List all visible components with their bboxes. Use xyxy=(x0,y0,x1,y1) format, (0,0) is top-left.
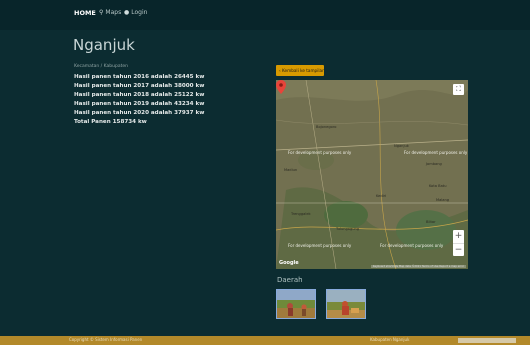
gallery-title: Daerah xyxy=(277,276,303,284)
footer: Copyright © Sistem Informasi Panen Kabup… xyxy=(0,336,530,345)
map-marker-icon: ⚲ xyxy=(99,9,104,16)
map-place-label: Kediri xyxy=(376,194,387,198)
map-place-label: Malang xyxy=(436,198,450,202)
harvest-line: Hasil panen tahun 2020 adalah 37937 kw xyxy=(74,110,205,116)
footer-copyright: Copyright © Sistem Informasi Panen xyxy=(69,337,143,342)
fullscreen-icon[interactable]: ⛶ xyxy=(453,84,464,95)
map-view[interactable]: Bojonegoro Nganjuk Kediri Madiun Jombang… xyxy=(276,80,468,269)
gallery-thumbnail[interactable] xyxy=(326,289,366,319)
map-place-label: Kota Batu xyxy=(429,184,447,188)
harvest-line: Hasil panen tahun 2016 adalah 26445 kw xyxy=(74,74,205,80)
harvest-line: Hasil panen tahun 2017 adalah 38000 kw xyxy=(74,83,205,89)
map-dev-watermark: For development purposes only xyxy=(404,150,468,155)
map-place-label: Trenggalek xyxy=(291,212,311,216)
map-place-label: Jombang xyxy=(426,162,442,166)
harvest-line: Hasil panen tahun 2019 adalah 43234 kw xyxy=(74,101,205,107)
gallery-thumbnail[interactable] xyxy=(276,289,316,319)
map-place-label: Madiun xyxy=(284,168,298,172)
page-title: Nganjuk xyxy=(73,36,135,54)
user-icon: ● xyxy=(124,9,130,16)
footer-bar xyxy=(458,338,516,343)
harvest-list: Hasil panen tahun 2016 adalah 26445 kw H… xyxy=(74,73,204,127)
back-button[interactable]: ‹ Kembali ke tampilan xyxy=(276,65,324,76)
page-subtitle: Kecamatan / Kabupaten xyxy=(74,64,128,69)
nav-login-label: Login xyxy=(131,9,148,16)
nav-home-link[interactable]: HOME xyxy=(74,9,96,17)
zoom-in-button[interactable]: + xyxy=(453,230,464,243)
map-terrain xyxy=(276,80,468,269)
map-dev-watermark: For development purposes only xyxy=(288,243,352,248)
harvest-total: Total Panen 158734 kw xyxy=(74,119,147,125)
map-place-label: Bojonegoro xyxy=(316,125,337,129)
map-pin-icon[interactable] xyxy=(276,80,286,94)
map-place-label: Tulungagung xyxy=(336,227,360,231)
map-dev-watermark: For development purposes only xyxy=(288,150,352,155)
nav-maps-link[interactable]: ⚲ Maps xyxy=(99,9,121,16)
footer-region: Kabupaten Nganjuk xyxy=(370,337,410,342)
zoom-control: + − xyxy=(453,230,464,256)
map-place-label: Nganjuk xyxy=(394,144,409,148)
map-dev-watermark: For development purposes only xyxy=(380,243,444,248)
top-navbar: HOME ⚲ Maps ● Login xyxy=(0,0,530,30)
harvest-line: Hasil panen tahun 2018 adalah 25122 kw xyxy=(74,92,205,98)
nav-maps-label: Maps xyxy=(105,9,122,16)
harvest-photo xyxy=(327,290,365,318)
rice-field-photo xyxy=(277,290,315,318)
zoom-out-button[interactable]: − xyxy=(453,243,464,257)
google-logo: Google xyxy=(279,260,299,266)
map-attribution[interactable]: Keyboard shortcuts Map data ©2021 Terms … xyxy=(370,265,466,268)
nav-login-link[interactable]: ● Login xyxy=(124,9,147,16)
map-place-label: Blitar xyxy=(426,220,436,224)
